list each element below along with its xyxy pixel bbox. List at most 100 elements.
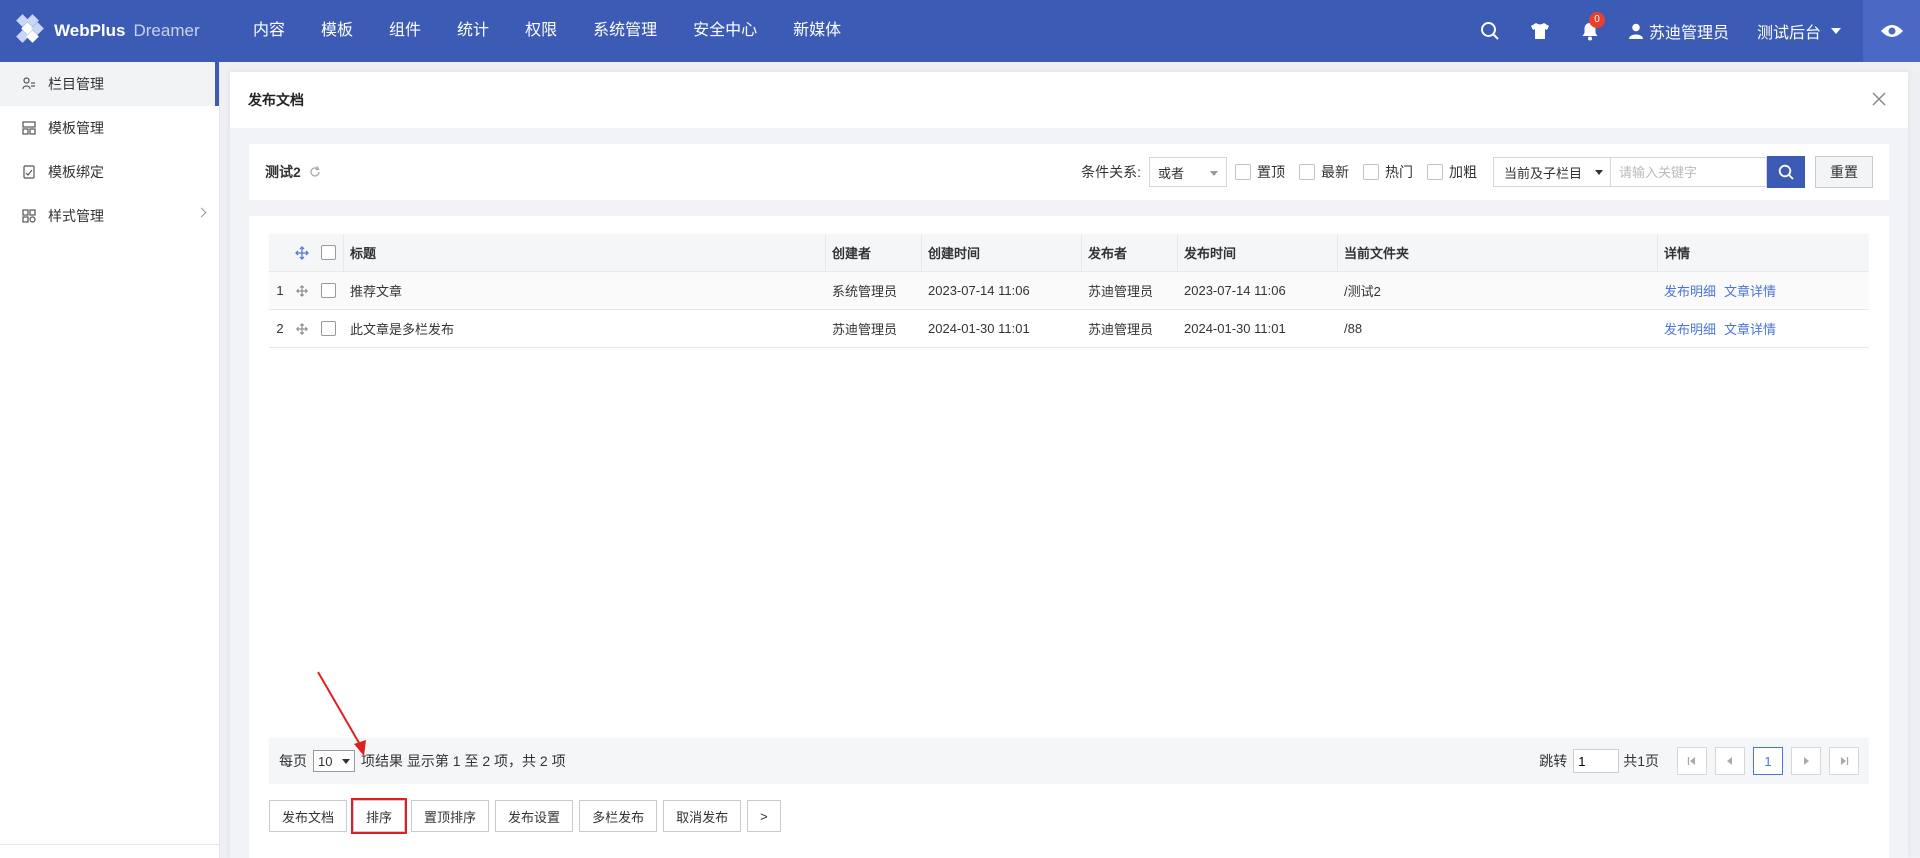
eye-icon[interactable] (1863, 0, 1920, 62)
chevron-down-icon (1595, 170, 1603, 175)
logo[interactable]: WebPlus Dreamer (0, 0, 235, 62)
jump-label: 跳转 (1539, 753, 1568, 769)
search-icon[interactable] (1465, 0, 1515, 62)
multi-column-publish-button[interactable]: 多栏发布 (579, 800, 658, 832)
site-switcher[interactable]: 测试后台 (1743, 19, 1863, 43)
theme-shirt-icon[interactable] (1515, 0, 1565, 62)
chevron-down-icon (1210, 171, 1218, 176)
checkbox[interactable] (1235, 164, 1251, 180)
notification-badge: 0 (1588, 12, 1605, 28)
row-detail: 发布明细 文章详情 (1657, 310, 1869, 348)
refresh-icon[interactable] (309, 166, 321, 178)
table-row[interactable]: 2 此文章是多栏发布 苏迪管理员 2024-01-30 11:01 苏迪管理员 … (269, 310, 1869, 348)
nav-item-component[interactable]: 组件 (371, 0, 439, 62)
row-publisher: 苏迪管理员 (1088, 322, 1154, 337)
nav-item-template[interactable]: 模板 (303, 0, 371, 62)
drag-handle-icon[interactable] (291, 284, 313, 297)
prev-page-icon (1727, 757, 1732, 765)
checkbox-label: 最新 (1321, 164, 1349, 180)
sidebar-item-column[interactable]: 栏目管理 (0, 62, 219, 106)
publish-dialog: 发布文档 测试2 条件关系: 或者 置顶 最新 热门 加粗 当前及子栏目 重置 (230, 72, 1908, 858)
site-name: 测试后台 (1756, 25, 1821, 42)
close-icon[interactable] (1872, 92, 1886, 106)
scrollbar[interactable] (1898, 128, 1908, 858)
table-row[interactable]: 1 推荐文章 系统管理员 2023-07-14 11:06 苏迪管理员 2023… (269, 272, 1869, 310)
row-checkbox[interactable] (320, 321, 336, 336)
nav-item-content[interactable]: 内容 (235, 0, 303, 62)
next-page-button[interactable] (1791, 747, 1821, 775)
row-created: 2024-01-30 11:01 (928, 321, 1030, 336)
publish-doc-button[interactable]: 发布文档 (269, 800, 348, 832)
filter-newest-checkbox[interactable]: 最新 (1299, 162, 1349, 182)
checkbox[interactable] (1299, 164, 1315, 180)
style-icon (22, 209, 36, 223)
nav-item-security[interactable]: 安全中心 (675, 0, 775, 62)
total-pages: 共1页 (1623, 753, 1659, 769)
first-page-button[interactable] (1677, 747, 1707, 775)
checkbox[interactable] (1363, 164, 1379, 180)
bell-icon[interactable]: 0 (1565, 0, 1615, 62)
last-page-button[interactable] (1829, 747, 1859, 775)
article-detail-link[interactable]: 文章详情 (1724, 319, 1776, 338)
jump-page-input[interactable] (1573, 749, 1620, 773)
publish-detail-link[interactable]: 发布明细 (1664, 319, 1716, 338)
bind-icon (23, 165, 35, 179)
publish-settings-button[interactable]: 发布设置 (495, 800, 574, 832)
more-actions-button[interactable]: > (747, 800, 781, 832)
user-menu[interactable]: 苏迪管理员 (1615, 19, 1743, 43)
row-publisher: 苏迪管理员 (1088, 284, 1154, 299)
row-published: 2023-07-14 11:06 (1184, 283, 1286, 298)
nav-item-system[interactable]: 系统管理 (575, 0, 675, 62)
main-nav: 内容 模板 组件 统计 权限 系统管理 安全中心 新媒体 (235, 0, 859, 62)
pagination-summary: 项结果 显示第 1 至 2 项，共 2 项 (361, 753, 566, 769)
row-title: 推荐文章 (350, 284, 403, 299)
nav-item-newmedia[interactable]: 新媒体 (775, 0, 859, 62)
nav-item-stats[interactable]: 统计 (439, 0, 507, 62)
filter-bold-checkbox[interactable]: 加粗 (1427, 162, 1477, 182)
scope-value: 当前及子栏目 (1504, 165, 1583, 181)
logo-icon (14, 14, 48, 48)
top-sort-button[interactable]: 置顶排序 (411, 800, 490, 832)
row-title: 此文章是多栏发布 (350, 322, 455, 337)
move-all-icon[interactable] (291, 245, 313, 260)
sidebar: 栏目管理 模板管理 模板绑定 样式管理 (0, 62, 220, 858)
condition-select[interactable]: 或者 (1149, 157, 1227, 187)
template-icon (22, 121, 36, 135)
checkbox-label: 置顶 (1257, 164, 1285, 180)
top-navbar: WebPlus Dreamer 内容 模板 组件 统计 权限 系统管理 安全中心… (0, 0, 1920, 62)
first-page-icon (1687, 757, 1695, 765)
select-all-checkbox[interactable] (320, 245, 336, 260)
filter-hot-checkbox[interactable]: 热门 (1363, 162, 1413, 182)
sidebar-item-style[interactable]: 样式管理 (0, 194, 219, 238)
header-detail: 详情 (1657, 233, 1869, 272)
column-icon (22, 77, 35, 90)
article-detail-link[interactable]: 文章详情 (1724, 281, 1776, 300)
current-column: 测试2 (265, 164, 301, 180)
row-created: 2023-07-14 11:06 (928, 283, 1030, 298)
search-button[interactable] (1767, 156, 1805, 188)
sidebar-item-bind[interactable]: 模板绑定 (0, 150, 219, 194)
keyword-input[interactable] (1611, 157, 1767, 187)
sort-button[interactable]: 排序 (351, 798, 408, 834)
pagination-bar: 每页 10 项结果 显示第 1 至 2 项，共 2 项 跳转 共1页 1 (269, 738, 1869, 784)
drag-handle-icon[interactable] (291, 322, 313, 335)
sidebar-item-template[interactable]: 模板管理 (0, 106, 219, 150)
header-title: 标题 (343, 233, 825, 272)
condition-label: 条件关系: (1081, 164, 1141, 180)
checkbox-label: 热门 (1385, 164, 1413, 180)
nav-item-permission[interactable]: 权限 (507, 0, 575, 62)
row-index: 1 (276, 283, 284, 298)
search-icon (1778, 164, 1794, 180)
publish-detail-link[interactable]: 发布明细 (1664, 281, 1716, 300)
checkbox[interactable] (1427, 164, 1443, 180)
scope-select[interactable]: 当前及子栏目 (1493, 157, 1611, 187)
reset-button[interactable]: 重置 (1815, 156, 1873, 188)
page-number-button[interactable]: 1 (1753, 747, 1783, 775)
table-header: 标题 创建者 创建时间 发布者 发布时间 当前文件夹 详情 (269, 233, 1869, 272)
document-list-panel: 标题 创建者 创建时间 发布者 发布时间 当前文件夹 详情 1 推荐文章 系统管… (249, 216, 1889, 858)
row-checkbox[interactable] (320, 283, 336, 298)
user-name: 苏迪管理员 (1648, 25, 1729, 42)
filter-top-checkbox[interactable]: 置顶 (1235, 162, 1285, 182)
prev-page-button[interactable] (1715, 747, 1745, 775)
cancel-publish-button[interactable]: 取消发布 (663, 800, 742, 832)
